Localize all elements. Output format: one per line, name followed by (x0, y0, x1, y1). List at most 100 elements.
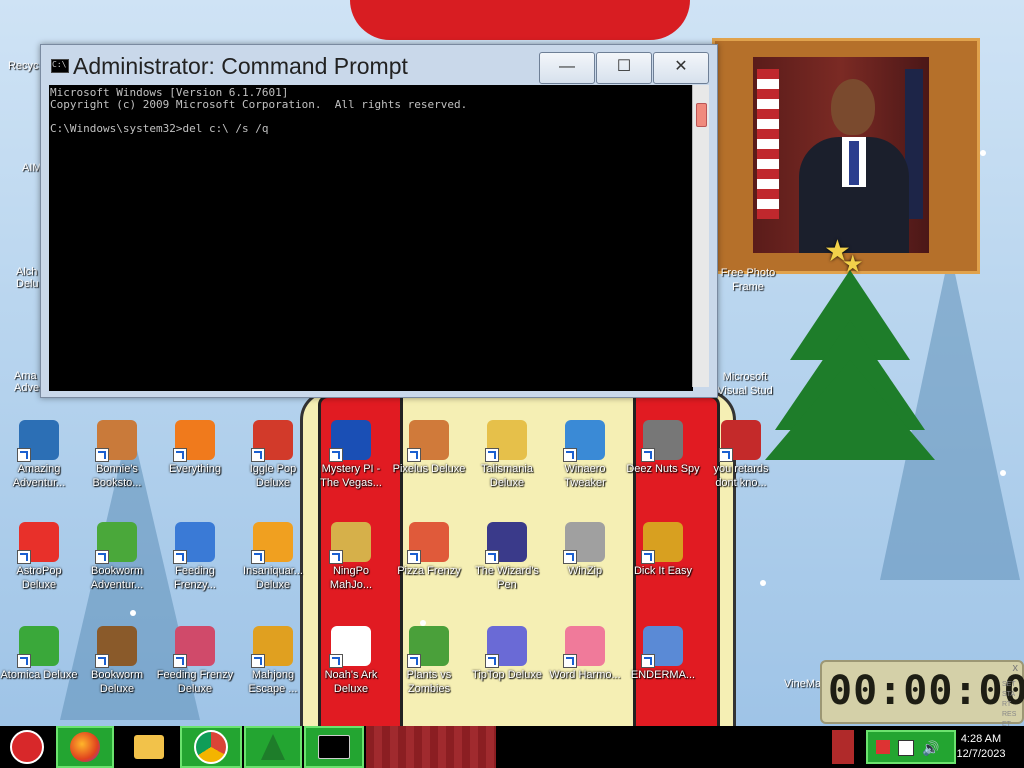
folder-icon (134, 735, 164, 759)
title-bar[interactable]: C:\ Administrator: Command Prompt — ☐ ✕ (41, 45, 717, 85)
desktop-icon[interactable]: NingPo MahJo... (312, 522, 390, 592)
stopwatch-widget[interactable]: 00:00:00 x SET START RESET (820, 660, 1024, 728)
app-icon (485, 420, 527, 462)
desktop-icon[interactable]: The Wizard's Pen (468, 522, 546, 592)
desktop-icon-vinema[interactable]: VineMa (784, 678, 821, 690)
shortcut-arrow-icon (563, 448, 577, 462)
desktop-icon[interactable]: Winaero Tweaker (546, 420, 624, 490)
desktop-icon[interactable]: Feeding Frenzy... (156, 522, 234, 592)
santa-icon (10, 730, 44, 764)
desktop-icon-partial[interactable]: Recyc (8, 60, 39, 72)
app-icon (17, 626, 59, 668)
app-icon (329, 626, 371, 668)
vertical-scrollbar[interactable] (692, 85, 709, 387)
christmas-tree-widget: ★ ★ (760, 235, 940, 480)
system-tray[interactable]: 🔊 (866, 730, 956, 764)
desktop-icon-partial[interactable]: Alch Delu (16, 266, 40, 290)
shortcut-arrow-icon (173, 654, 187, 668)
shortcut-arrow-icon (173, 550, 187, 564)
shortcut-arrow-icon (251, 448, 265, 462)
desktop-icon[interactable]: Word Harmo... (546, 626, 624, 682)
desktop-icon-label: Mahjong Escape ... (248, 669, 298, 695)
snowflake (1000, 470, 1006, 476)
desktop-icon[interactable]: Dick It Easy (624, 522, 702, 578)
desktop-icon-partial[interactable]: Ama Adve (14, 370, 40, 394)
taskbar-cmd[interactable] (304, 726, 364, 768)
shortcut-arrow-icon (641, 448, 655, 462)
shortcut-arrow-icon (17, 448, 31, 462)
start-button[interactable] (0, 726, 54, 768)
taskbar-explorer[interactable] (118, 726, 180, 768)
security-icon[interactable] (876, 740, 890, 754)
desktop-icon[interactable]: Iggle Pop Deluxe (234, 420, 312, 490)
desktop-icon[interactable]: Mahjong Escape ... (234, 626, 312, 696)
close-button[interactable]: ✕ (653, 52, 709, 84)
app-icon (251, 522, 293, 564)
desktop-icon[interactable]: Mystery PI - The Vegas... (312, 420, 390, 490)
desktop-icon[interactable]: Noah's Ark Deluxe (312, 626, 390, 696)
shortcut-arrow-icon (17, 550, 31, 564)
minimize-button[interactable]: — (539, 52, 595, 84)
desktop-icon-label: Bonnie's Booksto... (92, 463, 142, 489)
desktop-icon-label: Pizza Frenzy (397, 565, 461, 577)
command-prompt-window[interactable]: C:\ Administrator: Command Prompt — ☐ ✕ … (40, 44, 718, 398)
photo (753, 57, 929, 253)
desktop-icon[interactable]: WinZip (546, 522, 624, 578)
desktop-icon[interactable]: Plants vs Zombies (390, 626, 468, 696)
stopwatch-controls[interactable]: SET START RESET (1002, 680, 1020, 730)
desktop-icon[interactable]: ENDERMA... (624, 626, 702, 682)
show-hidden-icons-button[interactable] (832, 730, 854, 764)
console-line: C:\Windows\system32>del c:\ /s /q (50, 122, 269, 135)
stopwatch-time: 00:00:00 (828, 668, 1024, 714)
clock-time: 4:28 AM (960, 733, 1002, 745)
cmd-app-icon[interactable]: C:\ (51, 59, 69, 73)
desktop-icon-label: Iggle Pop Deluxe (249, 463, 297, 489)
desktop-icon-label: Deez Nuts Spy (626, 463, 700, 475)
desktop-icon[interactable]: Deez Nuts Spy (624, 420, 702, 476)
shortcut-arrow-icon (407, 448, 421, 462)
taskbar-chrome[interactable] (180, 726, 242, 768)
desktop-icon[interactable]: Amazing Adventur... (0, 420, 78, 490)
shortcut-arrow-icon (329, 550, 343, 564)
desktop-icon[interactable]: Pizza Frenzy (390, 522, 468, 578)
maximize-button[interactable]: ☐ (596, 52, 652, 84)
app-icon (173, 626, 215, 668)
desktop-icon[interactable]: Pixelus Deluxe (390, 420, 468, 476)
desktop-icon-label: The Wizard's Pen (475, 565, 539, 591)
desktop-icon[interactable]: Insaniquar... Deluxe (234, 522, 312, 592)
desktop-icon-partial[interactable]: AIM (22, 162, 42, 174)
app-icon (17, 522, 59, 564)
desktop-icon[interactable]: Atomica Deluxe (0, 626, 78, 682)
desktop-icon-label: Noah's Ark Deluxe (324, 669, 378, 695)
desktop-icon[interactable]: Talismania Deluxe (468, 420, 546, 490)
desktop-icon[interactable]: Bookworm Adventur... (78, 522, 156, 592)
desktop-icon[interactable]: Bookworm Deluxe (78, 626, 156, 696)
desktop-icon[interactable]: Bonnie's Booksto... (78, 420, 156, 490)
taskbar-tree-app[interactable] (244, 726, 302, 768)
shortcut-arrow-icon (95, 654, 109, 668)
scrollbar-thumb[interactable] (696, 103, 707, 127)
desktop-icon-label: Talismania Deluxe (481, 463, 533, 489)
taskbar-firefox[interactable] (56, 726, 114, 768)
network-icon[interactable] (898, 740, 914, 756)
shortcut-arrow-icon (17, 654, 31, 668)
desktop-icon[interactable]: AstroPop Deluxe (0, 522, 78, 592)
app-icon (95, 420, 137, 462)
taskbar-running-app[interactable] (366, 726, 496, 768)
snowflake (980, 150, 986, 156)
taskbar-clock[interactable]: 4:28 AM 12/7/2023 (946, 732, 1016, 762)
desktop-icon-label: Winaero Tweaker (564, 463, 606, 489)
console-output[interactable]: Microsoft Windows [Version 6.1.7601] Copy… (49, 85, 693, 391)
app-icon (329, 420, 371, 462)
desktop-icon[interactable]: Everything (156, 420, 234, 476)
shortcut-arrow-icon (407, 550, 421, 564)
app-icon (17, 420, 59, 462)
app-icon (407, 522, 449, 564)
volume-icon[interactable]: 🔊 (922, 740, 939, 757)
desktop-icon-label: Feeding Frenzy Deluxe (156, 669, 234, 695)
desktop-icon[interactable]: Feeding Frenzy Deluxe (156, 626, 234, 696)
close-icon[interactable]: x (1013, 662, 1019, 674)
desktop-icon[interactable]: TipTop Deluxe (468, 626, 546, 682)
us-flag (757, 69, 779, 219)
desktop-icon-label: Plants vs Zombies (406, 669, 452, 695)
